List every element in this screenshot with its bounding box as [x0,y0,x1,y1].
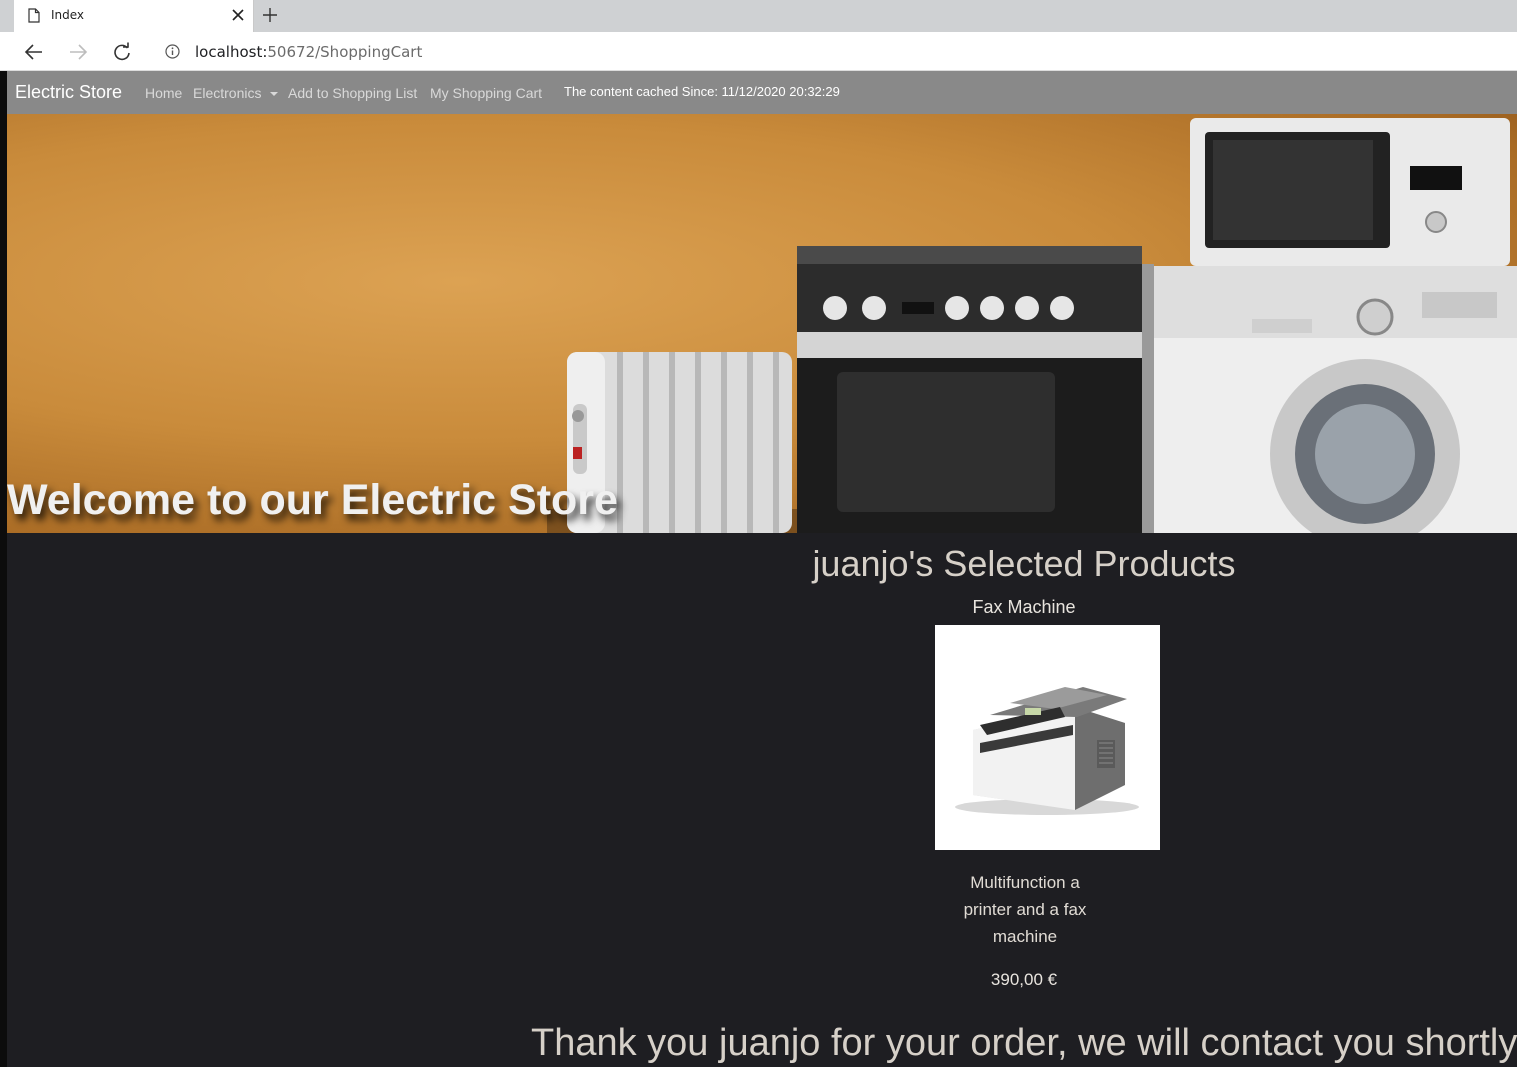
hero-title: Welcome to our Electric Store [7,476,618,524]
nav-add-to-shopping-list[interactable]: Add to Shopping List [288,85,417,101]
page-icon [28,8,40,23]
url-path: 50672/ShoppingCart [267,43,423,61]
browser-tab[interactable]: Index [14,0,254,32]
appliances-image [547,118,1517,533]
site-navbar: Electric Store Home Electronics Add to S… [7,71,1517,114]
window-edge [0,71,7,1067]
nav-home[interactable]: Home [145,85,182,101]
product-name: Fax Machine [972,597,1076,617]
forward-arrow-icon[interactable] [68,42,88,62]
fax-machine-icon [955,687,1139,815]
url-input[interactable]: localhost:50672/ShoppingCart [150,35,1517,67]
url-text: localhost:50672/ShoppingCart [195,43,422,61]
close-icon[interactable] [232,9,244,21]
refresh-icon[interactable] [112,42,132,62]
nav-electronics-dropdown[interactable]: Electronics [193,85,279,101]
back-arrow-icon[interactable] [24,42,44,62]
product-description: Multifunction a printer and a fax machin… [963,873,1087,946]
thank-you-message: Thank you juanjo for your order, we will… [531,1022,1517,1064]
hero-banner: Welcome to our Electric Store [7,114,1517,533]
browser-tab-bar: Index [0,0,1517,32]
nav-electronics-label: Electronics [193,85,262,101]
cache-status-text: The content cached Since: 11/12/2020 20:… [564,84,840,99]
nav-my-shopping-cart[interactable]: My Shopping Cart [430,85,542,101]
tab-title: Index [51,8,85,22]
url-host: localhost: [195,43,268,61]
info-icon[interactable] [165,44,180,59]
fax-machine-image [935,625,1160,850]
product-price: 390,00 € [990,970,1058,989]
cart-section: juanjo's Selected Products Fax Machine M… [7,533,1517,1067]
selected-products-heading: juanjo's Selected Products [812,543,1236,584]
brand-link[interactable]: Electric Store [15,82,122,103]
address-bar: localhost:50672/ShoppingCart [0,32,1517,71]
new-tab-icon[interactable] [262,7,278,23]
caret-down-icon [270,92,279,97]
